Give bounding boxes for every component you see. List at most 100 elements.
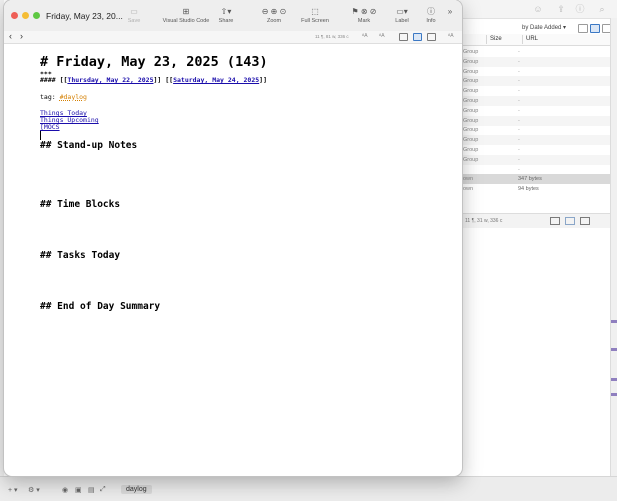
editor-window: Friday, May 23, 20... ▭ Save ⊞ Visual St… (4, 0, 462, 476)
back-icon[interactable]: ‹ (9, 31, 12, 42)
row-size: - (518, 98, 520, 104)
row-size: - (518, 58, 520, 65)
share-icon: ⇧▾ (220, 7, 232, 16)
zoom-icon: ⊖ ⊕ ⊙ (261, 7, 287, 16)
strip-marker (611, 393, 617, 396)
word-count: 11 ¶, 81 w, 336 c (315, 34, 349, 39)
previous-day-link[interactable]: Thursday, May 22, 2025 (67, 76, 153, 84)
smiley-icon[interactable]: ☺ (533, 4, 543, 14)
save-label: Save (127, 18, 141, 24)
add-icon[interactable]: + ▾ (8, 486, 18, 494)
section-time-blocks: ## Time Blocks (40, 199, 121, 210)
view-preview-icon[interactable] (427, 33, 436, 41)
strip-marker (611, 348, 617, 351)
table-row[interactable]: Group - (460, 47, 610, 57)
zoom-button[interactable] (33, 12, 40, 19)
row-size: - (518, 49, 520, 55)
row-kind: Group (463, 98, 479, 104)
table-row[interactable]: Group - (460, 67, 610, 77)
strip-marker (611, 378, 617, 381)
table-row[interactable]: Group - (460, 154, 610, 165)
share-button[interactable]: ⇧▾ Share (213, 7, 239, 29)
table-row[interactable]: Group - (460, 115, 610, 126)
text-cursor (40, 131, 41, 140)
view-split-icon[interactable] (413, 33, 422, 41)
table-row[interactable]: Group - (460, 125, 610, 135)
fullscreen-icon: ⬚ (311, 7, 319, 16)
vscode-icon: ⊞ (182, 7, 190, 16)
table-header: Size URL (460, 34, 610, 46)
row-kind: Group (463, 107, 479, 114)
table-row[interactable]: Group - (460, 106, 610, 116)
row-kind: Group (463, 68, 479, 75)
expand-icon[interactable]: ⤢ (100, 486, 106, 494)
view-text-icon[interactable] (399, 33, 408, 41)
flag-icon: ⚑ ⊗ ⊘ (351, 7, 377, 16)
table-row[interactable]: Group - (460, 76, 610, 87)
info-button[interactable]: ⓘ Info (422, 7, 440, 29)
view-split-icon[interactable] (565, 217, 575, 225)
text-format-icon[interactable]: ᴬA (379, 33, 385, 39)
column-header-size[interactable]: Size (490, 36, 502, 42)
table-row[interactable]: own 94 bytes (460, 184, 610, 194)
label-button[interactable]: ▭▾ Label (390, 7, 414, 29)
next-day-link[interactable]: Saturday, May 24, 2025 (173, 76, 259, 84)
overflow-chevron-icon[interactable]: » (445, 7, 455, 29)
row-kind: Group (463, 137, 479, 144)
save-icon: ▭ (130, 7, 138, 16)
gear-icon[interactable]: ⚙ ▾ (28, 486, 40, 494)
close-button[interactable] (11, 12, 18, 19)
share-icon[interactable]: ⇪ (556, 4, 566, 14)
zoom-label: Zoom (266, 18, 282, 24)
label-label: Label (395, 18, 409, 24)
image-icon[interactable]: ▣ (75, 486, 82, 494)
search-icon[interactable]: ⌕ (597, 4, 607, 14)
background-scroll-strip (610, 18, 617, 500)
info-label: Info (426, 18, 436, 24)
table-row[interactable]: Group - (460, 135, 610, 146)
daylog-tag[interactable]: #daylog (60, 93, 87, 101)
photo-icon[interactable]: ▤ (88, 486, 95, 494)
row-kind: Group (463, 49, 479, 55)
minimize-button[interactable] (22, 12, 29, 19)
row-size: - (518, 107, 520, 114)
sort-dropdown[interactable]: by Date Added ▾ (522, 24, 566, 31)
sort-label: by Date Added (522, 25, 562, 31)
fullscreen-button[interactable]: ⬚ Full Screen (298, 7, 332, 29)
row-kind: own (463, 176, 474, 183)
row-size: - (518, 68, 520, 75)
forward-icon[interactable]: › (20, 31, 23, 42)
view-preview-icon[interactable] (580, 217, 590, 225)
tag-chip[interactable]: daylog (121, 485, 152, 494)
view-text-icon[interactable] (550, 217, 560, 225)
background-stats: 11 ¶, 31 w, 336 c (465, 218, 503, 224)
table-row[interactable]: own 347 bytes (460, 174, 610, 185)
table-row[interactable]: Group - (460, 96, 610, 106)
info-icon[interactable]: ⓘ (575, 4, 585, 14)
mocs-link[interactable]: [MOCS (40, 123, 60, 131)
save-button[interactable]: ▭ Save (122, 7, 146, 29)
info-icon: ⓘ (427, 7, 435, 16)
vscode-button[interactable]: ⊞ Visual Studio Code (159, 7, 213, 29)
table-row[interactable]: Group - (460, 56, 610, 67)
table-row[interactable]: Group - (460, 145, 610, 155)
row-kind: Group (463, 156, 479, 163)
text-size-icon[interactable]: ᴬA (362, 33, 368, 39)
row-kind: Group (463, 127, 479, 134)
circle-icon[interactable]: ◉ (62, 486, 68, 494)
tag-prefix: tag: (40, 93, 60, 101)
background-toolbar: ☺ ⇪ ⓘ ⌕ (460, 0, 617, 19)
text-options-icon[interactable]: ᴬA (448, 33, 454, 39)
view-list-icon[interactable] (578, 24, 588, 33)
table-row[interactable]: Group - (460, 86, 610, 96)
mark-label: Mark (357, 18, 371, 24)
row-size: - (518, 117, 520, 124)
column-header-url[interactable]: URL (526, 36, 538, 42)
row-size: 347 bytes (518, 176, 542, 183)
title-bar: Friday, May 23, 20... ▭ Save ⊞ Visual St… (4, 0, 462, 32)
table-row[interactable]: - (460, 165, 610, 175)
view-columns-icon[interactable] (590, 24, 600, 33)
zoom-control[interactable]: ⊖ ⊕ ⊙ Zoom (253, 7, 295, 29)
page-title: # Friday, May 23, 2025 (143) (40, 54, 268, 70)
mark-button[interactable]: ⚑ ⊗ ⊘ Mark (346, 7, 382, 29)
